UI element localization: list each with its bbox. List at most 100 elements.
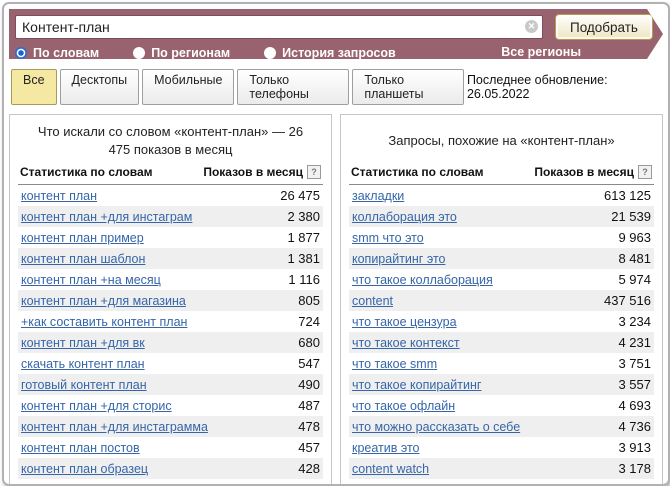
column-keyword-header: Статистика по словам bbox=[351, 165, 484, 179]
keyword-link[interactable]: готовый контент план bbox=[21, 378, 147, 392]
table-row: контент план +для инстаграм 2 380 bbox=[18, 206, 323, 227]
radio-icon[interactable] bbox=[133, 47, 145, 59]
keyword-link[interactable]: креатив это bbox=[352, 441, 420, 455]
table-row: креатив это 3 913 bbox=[349, 437, 654, 458]
table-row: контент план пример1 877 bbox=[18, 227, 323, 248]
table-row: что такое коллаборация5 974 bbox=[349, 269, 654, 290]
keyword-link[interactable]: контент план образец bbox=[21, 462, 148, 476]
keyword-link[interactable]: что такое контекст bbox=[352, 336, 460, 350]
impressions-value: 1 381 bbox=[287, 251, 320, 266]
table-row: контент план постов 457 bbox=[18, 437, 323, 458]
keyword-link[interactable]: content bbox=[352, 294, 393, 308]
keyword-link[interactable]: копирайтинг это bbox=[352, 252, 445, 266]
keyword-link[interactable]: контент план +для сторис bbox=[21, 399, 172, 413]
table-row: контент план салона 410 bbox=[18, 479, 323, 486]
impressions-value: 410 bbox=[298, 482, 320, 486]
keyword-link[interactable]: что такое копирайтинг bbox=[352, 378, 481, 392]
keyword-link[interactable]: smm что это bbox=[352, 231, 424, 245]
all-regions-link[interactable]: Все регионы bbox=[501, 45, 581, 61]
keyword-link[interactable]: контент план постов bbox=[21, 441, 140, 455]
table-row: что такое цензура3 234 bbox=[349, 311, 654, 332]
column-impressions-header: Показов в месяц bbox=[203, 165, 303, 179]
table-row: что такое офлайн 4 693 bbox=[349, 395, 654, 416]
keyword-table: контент план26 475контент план +для инст… bbox=[18, 185, 323, 486]
table-row: готовый контент план 490 bbox=[18, 374, 323, 395]
table-row: контент план +на месяц 1 116 bbox=[18, 269, 323, 290]
panel-searched-with-word: Что искали со словом «контент-план» — 26… bbox=[9, 114, 332, 486]
keyword-link[interactable]: что такое smm bbox=[352, 357, 437, 371]
keyword-link[interactable]: коллаборация это bbox=[352, 210, 457, 224]
column-keyword-header: Статистика по словам bbox=[20, 165, 153, 179]
keyword-link[interactable]: что можно рассказать о себе bbox=[352, 420, 520, 434]
keyword-link[interactable]: что такое коллаборация bbox=[352, 273, 493, 287]
tab-device[interactable]: Десктопы bbox=[60, 69, 140, 105]
radio-icon[interactable] bbox=[15, 47, 27, 59]
keyword-link[interactable]: контент план салона bbox=[21, 483, 142, 486]
keyword-link[interactable]: контент план +для инстаграм bbox=[21, 210, 192, 224]
tab-active[interactable]: Все bbox=[11, 69, 57, 105]
impressions-value: 2 380 bbox=[287, 209, 320, 224]
tab-device[interactable]: Только планшеты bbox=[352, 69, 464, 105]
table-row: офлайн что это9 596 bbox=[349, 479, 654, 486]
keyword-link[interactable]: +как составить контент план bbox=[21, 315, 187, 329]
impressions-value: 428 bbox=[298, 461, 320, 476]
keyword-table: закладки613 125коллаборация это21 539smm… bbox=[349, 185, 654, 486]
impressions-value: 3 913 bbox=[618, 440, 651, 455]
keyword-link[interactable]: контент план шаблон bbox=[21, 252, 145, 266]
table-row: контент план +для вк680 bbox=[18, 332, 323, 353]
keyword-link[interactable]: контент план +на месяц bbox=[21, 273, 161, 287]
keyword-link[interactable]: что такое цензура bbox=[352, 315, 457, 329]
radio-selected[interactable]: По словам bbox=[15, 46, 99, 60]
table-row: что такое smm3 751 bbox=[349, 353, 654, 374]
keyword-link[interactable]: контент план bbox=[21, 189, 97, 203]
impressions-value: 490 bbox=[298, 377, 320, 392]
table-row: скачать контент план 547 bbox=[18, 353, 323, 374]
table-row: content 437 516 bbox=[349, 290, 654, 311]
impressions-value: 724 bbox=[298, 314, 320, 329]
table-row: контент план +для магазина 805 bbox=[18, 290, 323, 311]
tab-device[interactable]: Только телефоны bbox=[237, 69, 349, 105]
table-row: контент план образец 428 bbox=[18, 458, 323, 479]
keyword-link[interactable]: контент план +для инстаграмма bbox=[21, 420, 208, 434]
search-input-wrap: ✕ bbox=[15, 15, 543, 39]
impressions-value: 487 bbox=[298, 398, 320, 413]
submit-button[interactable]: Подобрать bbox=[555, 14, 653, 40]
keyword-link[interactable]: что такое офлайн bbox=[352, 399, 455, 413]
radio-icon[interactable] bbox=[264, 47, 276, 59]
help-icon[interactable]: ? bbox=[307, 165, 321, 179]
search-row: ✕ Подобрать bbox=[15, 14, 663, 40]
column-impressions-header: Показов в месяц bbox=[534, 165, 634, 179]
keyword-link[interactable]: контент план пример bbox=[21, 231, 144, 245]
impressions-value: 3 178 bbox=[618, 461, 651, 476]
clear-icon[interactable]: ✕ bbox=[525, 20, 538, 33]
help-icon[interactable]: ? bbox=[638, 165, 652, 179]
impressions-value: 547 bbox=[298, 356, 320, 371]
keyword-link[interactable]: контент план +для магазина bbox=[21, 294, 186, 308]
radio-option[interactable]: По регионам bbox=[133, 46, 230, 60]
impressions-value: 457 bbox=[298, 440, 320, 455]
impressions-value: 437 516 bbox=[604, 293, 651, 308]
table-row: контент план26 475 bbox=[18, 185, 323, 206]
impressions-value: 4 231 bbox=[618, 335, 651, 350]
keyword-link[interactable]: офлайн что это bbox=[352, 483, 442, 486]
table-row: что можно рассказать о себе4 736 bbox=[349, 416, 654, 437]
impressions-value: 1 116 bbox=[288, 272, 320, 287]
search-mode-radios: По словам По регионам История запросов Все… bbox=[15, 45, 663, 61]
impressions-value: 3 557 bbox=[618, 377, 651, 392]
keyword-link[interactable]: content watch bbox=[352, 462, 429, 476]
device-tabs-row: ВсеДесктопыМобильныеТолько телефоныТольк… bbox=[9, 69, 663, 105]
table-row: закладки613 125 bbox=[349, 185, 654, 206]
tab-device[interactable]: Мобильные bbox=[142, 69, 234, 105]
keyword-link[interactable]: контент план +для вк bbox=[21, 336, 145, 350]
impressions-value: 9 963 bbox=[618, 230, 651, 245]
search-header-bar: ✕ Подобрать По словам По регионам История … bbox=[9, 9, 663, 59]
table-row: что такое контекст 4 231 bbox=[349, 332, 654, 353]
impressions-value: 805 bbox=[298, 293, 320, 308]
radio-label: История запросов bbox=[282, 46, 396, 60]
radio-option[interactable]: История запросов bbox=[264, 46, 396, 60]
impressions-value: 4 693 bbox=[618, 398, 651, 413]
table-row: что такое копирайтинг 3 557 bbox=[349, 374, 654, 395]
keyword-link[interactable]: закладки bbox=[352, 189, 404, 203]
keyword-link[interactable]: скачать контент план bbox=[21, 357, 145, 371]
search-input[interactable] bbox=[15, 15, 543, 39]
